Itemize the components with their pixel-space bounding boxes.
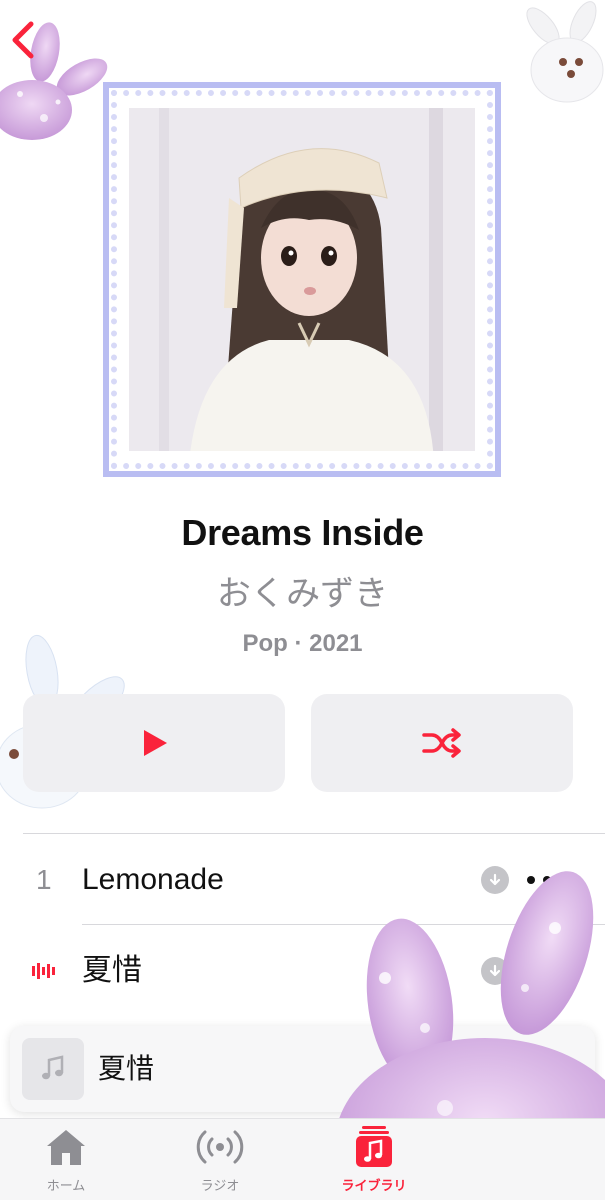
now-playing-waveform-icon (32, 961, 58, 981)
mini-player-artwork (22, 1038, 84, 1100)
chevron-left-icon (12, 21, 34, 59)
track-title: Lemonade (82, 863, 224, 896)
library-icon (356, 1126, 392, 1167)
home-icon (47, 1130, 85, 1165)
tab-radio-label: ラジオ (200, 1178, 240, 1193)
play-icon (144, 730, 167, 756)
track-number: 1 (36, 864, 52, 895)
tab-library[interactable]: ライブラリ (314, 1125, 434, 1194)
tab-home-label: ホーム (46, 1178, 86, 1193)
radio-icon (196, 1130, 244, 1164)
music-note-icon (42, 1055, 64, 1080)
bunny-sticker-top-right (505, 0, 605, 110)
album-artwork (103, 82, 501, 477)
track-title: 夏惜 (82, 954, 142, 987)
back-button[interactable] (4, 18, 44, 62)
shuffle-icon (422, 728, 461, 758)
album-artwork-photo (129, 108, 475, 451)
tab-home[interactable]: ホーム (6, 1125, 126, 1194)
track-list-divider (23, 833, 605, 834)
shuffle-button[interactable] (311, 694, 573, 792)
play-button[interactable] (23, 694, 285, 792)
tab-bar: ホーム ラジオ ライブラリ (0, 1118, 605, 1200)
tab-radio[interactable]: ラジオ (160, 1125, 280, 1194)
album-title: Dreams Inside (181, 512, 424, 553)
tab-library-label: ライブラリ (341, 1178, 407, 1193)
album-artist-link[interactable]: おくみずき (0, 566, 605, 615)
mini-player-title: 夏惜 (98, 1053, 155, 1084)
